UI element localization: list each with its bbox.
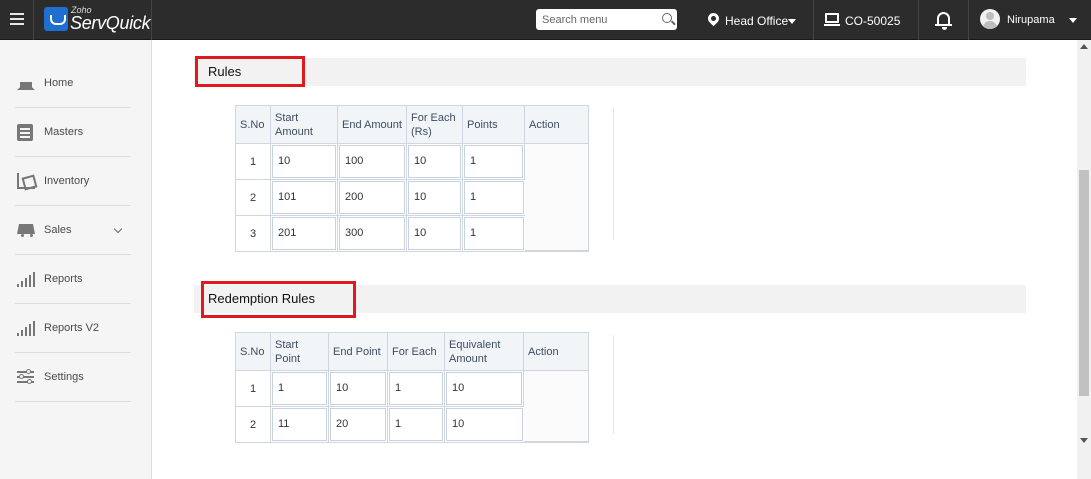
sidebar-item-label: Inventory bbox=[44, 175, 90, 187]
row-number: 2 bbox=[236, 180, 271, 216]
divider bbox=[613, 108, 614, 240]
search-box bbox=[536, 9, 677, 30]
menu-toggle-button[interactable] bbox=[0, 0, 34, 40]
masters-icon bbox=[17, 124, 33, 141]
chevron-down-icon bbox=[113, 224, 123, 234]
table-row: 1 10 100 10 1 bbox=[236, 144, 588, 251]
scroll-down-icon[interactable] bbox=[1080, 438, 1088, 443]
start-amount-input[interactable]: 101 bbox=[272, 181, 336, 214]
rules-highlight-box bbox=[195, 56, 305, 87]
rules-table: S.No Start Amount End Amount For Each (R… bbox=[235, 105, 589, 252]
inventory-icon bbox=[17, 173, 35, 189]
end-amount-input[interactable]: 300 bbox=[339, 217, 405, 250]
equivalent-amount-input[interactable]: 10 bbox=[446, 408, 523, 441]
branch-selector[interactable]: Head Office bbox=[705, 10, 797, 31]
sidebar-item-label: Masters bbox=[44, 126, 84, 138]
column-header: Action bbox=[525, 106, 588, 144]
column-header: Start Amount bbox=[271, 106, 338, 144]
row-number: 2 bbox=[236, 407, 271, 442]
end-amount-input[interactable]: 100 bbox=[339, 145, 405, 178]
scroll-up-icon[interactable] bbox=[1080, 44, 1088, 49]
column-header: For Each bbox=[388, 333, 445, 371]
sidebar-item-label: Reports bbox=[44, 273, 83, 285]
scrollbar-thumb[interactable] bbox=[1079, 170, 1089, 396]
sidebar-item-home[interactable]: Home bbox=[15, 59, 131, 108]
for-each-input[interactable]: 10 bbox=[408, 217, 461, 250]
equivalent-amount-input[interactable]: 10 bbox=[446, 372, 522, 405]
sidebar-item-label: Settings bbox=[44, 371, 84, 383]
location-pin-icon bbox=[705, 10, 722, 27]
end-point-input[interactable]: 10 bbox=[330, 372, 386, 405]
start-point-input[interactable]: 1 bbox=[272, 372, 327, 405]
sidebar-item-label: Sales bbox=[44, 224, 72, 236]
column-header: Equivalent Amount bbox=[445, 333, 524, 371]
action-cell bbox=[525, 144, 588, 251]
column-header: Action bbox=[524, 333, 588, 371]
column-header: End Amount bbox=[338, 106, 407, 144]
for-each-input[interactable]: 10 bbox=[408, 145, 461, 178]
chevron-down-icon bbox=[1069, 18, 1077, 23]
for-each-input[interactable]: 10 bbox=[408, 181, 461, 214]
points-input[interactable]: 1 bbox=[464, 181, 524, 214]
column-header: End Point bbox=[329, 333, 388, 371]
points-input[interactable]: 1 bbox=[464, 217, 524, 250]
chevron-down-icon bbox=[788, 19, 796, 24]
app-logo[interactable]: Zoho ServQuick bbox=[34, 0, 152, 40]
rules-section-header bbox=[194, 58, 1026, 86]
top-bar: Zoho ServQuick Head Office CO-50025 Niru… bbox=[0, 0, 1091, 40]
sidebar-item-masters[interactable]: Masters bbox=[15, 108, 131, 157]
sidebar-item-reports[interactable]: Reports bbox=[15, 255, 131, 304]
table-row: 1 1 10 1 10 bbox=[236, 371, 588, 442]
bar-chart-icon bbox=[17, 320, 35, 336]
column-header: S.No bbox=[236, 333, 271, 371]
sidebar: Home Masters Inventory Sales Reports Rep… bbox=[0, 40, 152, 479]
branch-label: Head Office bbox=[725, 14, 789, 28]
column-header: Start Point bbox=[271, 333, 329, 371]
search-icon[interactable] bbox=[662, 13, 672, 23]
row-number: 1 bbox=[236, 371, 271, 407]
sidebar-item-label: Reports V2 bbox=[44, 322, 100, 334]
column-header: For Each (Rs) bbox=[407, 106, 463, 144]
bar-chart-icon bbox=[17, 271, 35, 287]
terminal-selector[interactable]: CO-50025 bbox=[813, 0, 919, 40]
sidebar-item-settings[interactable]: Settings bbox=[15, 353, 131, 402]
avatar bbox=[980, 9, 1000, 29]
redemption-rules-table: S.No Start Point End Point For Each Equi… bbox=[235, 332, 589, 443]
for-each-input[interactable]: 1 bbox=[389, 372, 443, 405]
vertical-scrollbar[interactable] bbox=[1077, 40, 1091, 479]
terminal-label: CO-50025 bbox=[845, 14, 901, 28]
sidebar-item-inventory[interactable]: Inventory bbox=[15, 157, 131, 206]
redemption-highlight-box bbox=[201, 281, 356, 318]
for-each-input[interactable]: 1 bbox=[389, 408, 443, 441]
end-amount-input[interactable]: 200 bbox=[339, 181, 405, 214]
divider bbox=[613, 335, 614, 434]
servquick-logo-icon bbox=[44, 7, 68, 31]
sidebar-item-label: Home bbox=[44, 77, 74, 89]
user-name: Nirupama bbox=[1007, 14, 1055, 26]
user-menu[interactable]: Nirupama bbox=[970, 0, 1080, 40]
sidebar-item-reports-v2[interactable]: Reports V2 bbox=[15, 304, 131, 353]
notifications-button[interactable] bbox=[919, 0, 969, 40]
end-point-input[interactable]: 20 bbox=[330, 408, 386, 441]
column-header: S.No bbox=[236, 106, 271, 144]
row-number: 1 bbox=[236, 144, 271, 180]
start-amount-input[interactable]: 201 bbox=[272, 217, 336, 250]
row-number: 3 bbox=[236, 216, 271, 251]
hamburger-icon bbox=[10, 13, 24, 15]
action-cell bbox=[524, 371, 588, 442]
monitor-icon bbox=[824, 13, 840, 26]
cart-icon bbox=[17, 222, 35, 237]
home-icon bbox=[17, 74, 35, 90]
points-input[interactable]: 1 bbox=[464, 145, 523, 178]
bell-icon bbox=[935, 12, 952, 30]
start-point-input[interactable]: 11 bbox=[272, 408, 327, 441]
start-amount-input[interactable]: 10 bbox=[272, 145, 336, 178]
logo-brand-name: ServQuick bbox=[70, 13, 151, 33]
settings-sliders-icon bbox=[17, 369, 35, 385]
sidebar-item-sales[interactable]: Sales bbox=[15, 206, 131, 255]
search-input[interactable] bbox=[536, 9, 651, 30]
column-header: Points bbox=[463, 106, 525, 144]
